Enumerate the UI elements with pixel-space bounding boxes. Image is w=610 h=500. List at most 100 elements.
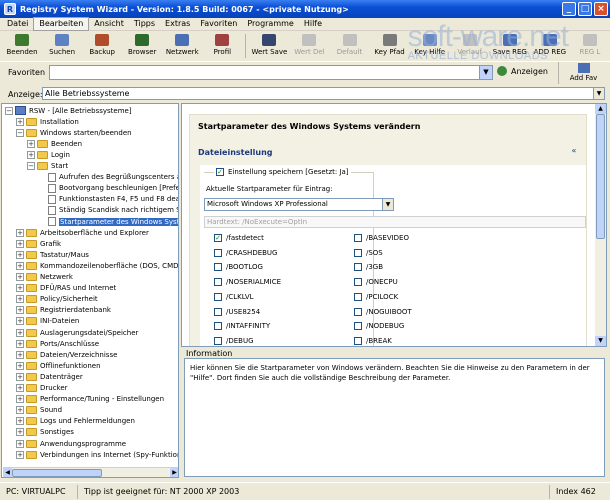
tree-item[interactable]: + Ports/Anschlüsse [16, 338, 99, 349]
tree-item[interactable]: Startparameter des Windows Systems ve [38, 216, 178, 227]
toolbar-backup-button[interactable]: Backup [82, 32, 122, 60]
param-checkbox[interactable] [214, 322, 222, 331]
expand-icon[interactable]: + [16, 328, 24, 337]
param-checkbox[interactable] [214, 278, 222, 287]
menu-programme[interactable]: Programme [242, 18, 298, 30]
param-checkbox[interactable] [354, 336, 362, 345]
maximize-button[interactable]: □ [578, 2, 592, 16]
tree-item[interactable]: Aufrufen des Begrüßungscenters ausschal [38, 172, 178, 183]
tree-item[interactable]: + DFÜ/RAS und Internet [16, 283, 116, 294]
param-checkbox[interactable] [354, 307, 362, 316]
expand-icon[interactable]: + [16, 317, 24, 326]
expand-icon[interactable]: + [16, 228, 24, 237]
tree-horizontal-scrollbar[interactable]: ◀ ▶ [3, 467, 178, 477]
param-row[interactable]: /INTAFFINITY [214, 322, 270, 331]
expand-icon[interactable]: + [16, 350, 24, 359]
tree-item[interactable]: + Kommandozeilenoberfläche (DOS, CMD) [16, 260, 178, 271]
collapse-icon[interactable]: − [27, 162, 35, 170]
param-checkbox[interactable]: ✓ [214, 234, 222, 242]
toolbar-wert-del-button[interactable]: Wert Del [289, 32, 329, 60]
expand-icon[interactable]: + [16, 384, 24, 392]
param-checkbox[interactable] [354, 248, 362, 257]
toolbar-netzwerk-button[interactable]: Netzwerk [162, 32, 202, 60]
tree-item[interactable]: + Policy/Sicherheit [16, 294, 98, 305]
expand-icon[interactable]: + [16, 450, 24, 459]
param-row[interactable]: /DEBUG [214, 336, 254, 345]
expand-icon[interactable]: + [16, 261, 24, 270]
scroll-right-icon[interactable]: ▶ [170, 468, 178, 477]
param-checkbox[interactable] [214, 263, 222, 272]
expand-icon[interactable]: + [16, 339, 24, 348]
scroll-left-icon[interactable]: ◀ [3, 468, 12, 477]
tree-item[interactable]: Bootvorgang beschleunigen [Prefetching] [38, 183, 178, 194]
scrollbar-thumb[interactable] [596, 114, 605, 239]
param-row[interactable]: /3GB [354, 263, 383, 272]
param-row[interactable]: /PCILOCK [354, 292, 398, 301]
expand-icon[interactable]: + [16, 284, 24, 293]
collapse-icon[interactable]: « [568, 145, 580, 157]
param-checkbox[interactable] [354, 234, 362, 242]
toolbar-reg-l-button[interactable]: REG L [570, 32, 610, 60]
expand-icon[interactable]: + [27, 150, 35, 159]
menu-bearbeiten[interactable]: Bearbeiten [33, 17, 90, 31]
menu-ansicht[interactable]: Ansicht [89, 18, 129, 30]
show-favorite-button[interactable]: Anzeigen [497, 66, 548, 76]
tree-item[interactable]: + Sound [16, 405, 62, 416]
tree-item[interactable]: + Datenträger [16, 371, 83, 382]
param-checkbox[interactable] [214, 336, 222, 345]
chevron-down-icon[interactable]: ▼ [382, 199, 393, 210]
param-checkbox[interactable] [354, 278, 362, 287]
expand-icon[interactable]: + [16, 273, 24, 281]
menu-datei[interactable]: Datei [2, 18, 33, 30]
tree-item[interactable]: Ständig Scandisk nach richtigem Shutdown [38, 205, 178, 216]
scroll-down-icon[interactable]: ▼ [595, 336, 606, 346]
tree-item[interactable]: + Verbindungen ins Internet (Spy-Funktion… [16, 449, 178, 460]
expand-icon[interactable]: + [16, 417, 24, 426]
expand-icon[interactable]: + [16, 372, 24, 381]
minimize-button[interactable]: _ [562, 2, 576, 16]
expand-icon[interactable]: + [27, 139, 35, 148]
expand-icon[interactable]: + [16, 239, 24, 248]
param-checkbox[interactable] [214, 248, 222, 257]
tree-item[interactable]: + Tastatur/Maus [16, 249, 89, 260]
param-row[interactable]: /CLKLVL [214, 292, 254, 301]
tree-item[interactable]: + Installation [16, 116, 79, 127]
close-button[interactable]: × [594, 2, 608, 16]
param-row[interactable]: /CRASHDEBUG [214, 248, 278, 257]
menu-favoriten[interactable]: Favoriten [195, 18, 242, 30]
param-row[interactable]: /NOSERIALMICE [214, 278, 281, 287]
view-filter-select[interactable]: Alle Betriebssysteme ▼ [42, 87, 605, 100]
param-checkbox[interactable] [354, 292, 362, 301]
toolbar-profil-button[interactable]: Profil [202, 32, 242, 60]
menu-hilfe[interactable]: Hilfe [299, 18, 327, 30]
tree-item[interactable]: + Netzwerk [16, 272, 73, 283]
expand-icon[interactable]: + [16, 428, 24, 437]
toolbar-key-pfad-button[interactable]: Key Pfad [370, 32, 410, 60]
param-checkbox[interactable] [354, 322, 362, 331]
tree-item[interactable]: + Login [27, 149, 70, 160]
add-favorite-button[interactable]: Add Fav [558, 62, 608, 84]
toolbar-verlauf-button[interactable]: Verlauf [450, 32, 490, 60]
toolbar-save-reg-button[interactable]: Save REG [490, 32, 530, 60]
tree-item[interactable]: + Arbeitsoberfläche und Explorer [16, 227, 149, 238]
tree-item[interactable]: + Registrierdatenbank [16, 305, 111, 316]
tree-item[interactable]: + INI-Dateien [16, 316, 79, 327]
param-row[interactable]: /BREAK [354, 336, 392, 345]
favorites-select[interactable]: ▼ [49, 65, 493, 80]
scroll-up-icon[interactable]: ▲ [595, 104, 606, 114]
param-row[interactable]: ✓ /fastdetect [214, 234, 264, 242]
boot-entry-select[interactable]: Microsoft Windows XP Professional ▼ [204, 198, 394, 211]
tree-item[interactable]: − Windows starten/beenden [16, 127, 132, 138]
collapse-icon[interactable]: − [16, 128, 24, 137]
main-vertical-scrollbar[interactable]: ▲ ▼ [595, 104, 606, 346]
tree-item[interactable]: − Start [27, 161, 68, 172]
toolbar-default-button[interactable]: Default [329, 32, 369, 60]
tree-item[interactable]: + Anwendungsprogramme [16, 438, 126, 449]
toolbar-add-reg-button[interactable]: ADD REG [530, 32, 570, 60]
expand-icon[interactable]: + [16, 395, 24, 404]
collapse-icon[interactable]: − [5, 106, 13, 115]
param-row[interactable]: /NODEBUG [354, 322, 404, 331]
tree-item[interactable]: + Auslagerungsdatei/Speicher [16, 327, 138, 338]
toolbar-wert-save-button[interactable]: Wert Save [249, 32, 289, 60]
param-row[interactable]: /NOGUIBOOT [354, 307, 412, 316]
